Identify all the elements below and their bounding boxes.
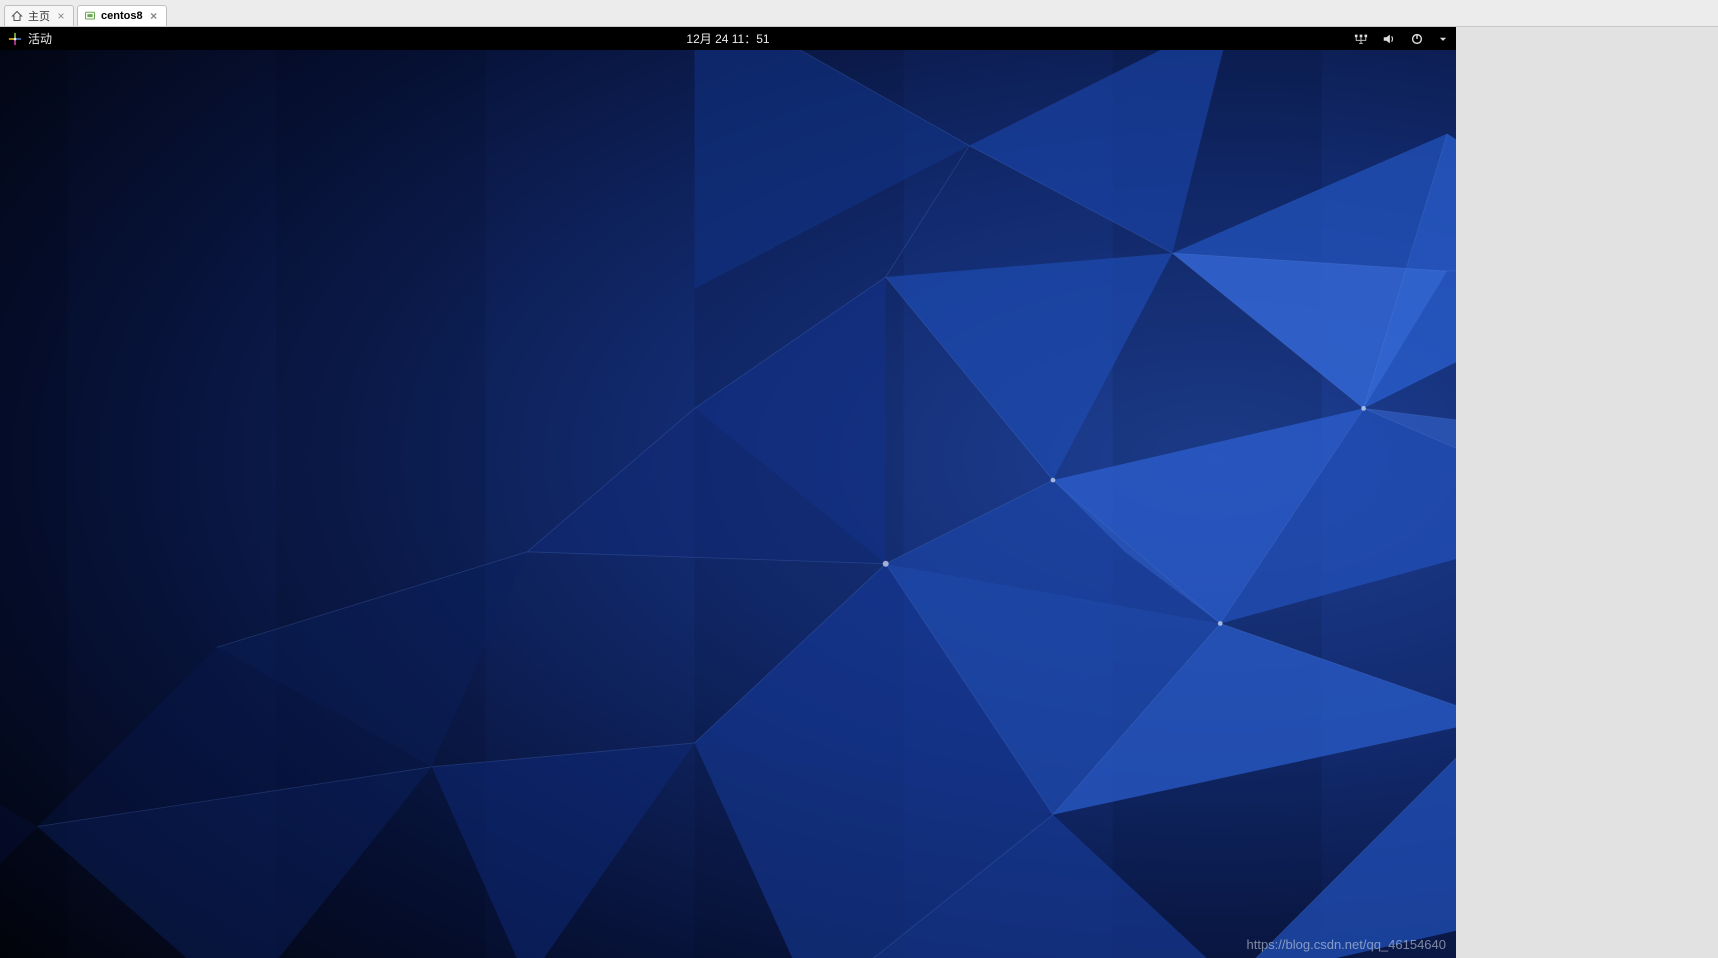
network-icon	[1354, 32, 1368, 46]
vmware-side-panel	[1456, 27, 1718, 958]
vmware-tab-centos8[interactable]: centos8 ×	[77, 5, 167, 26]
vm-icon	[84, 10, 96, 22]
guest-screen[interactable]: 活动 12月 24 11：51	[0, 27, 1456, 958]
activities-label: 活动	[28, 30, 52, 47]
watermark-text: https://blog.csdn.net/qq_46154640	[1247, 937, 1447, 952]
power-icon	[1410, 32, 1424, 46]
app-launcher-icon	[8, 32, 22, 46]
gnome-topbar: 活动 12月 24 11：51	[0, 27, 1456, 50]
vmware-tab-strip: 主页 × centos8 ×	[0, 0, 1718, 27]
home-icon	[11, 10, 23, 22]
desktop-wallpaper	[0, 50, 1456, 958]
vmware-tab-label: 主页	[28, 8, 50, 24]
gnome-system-tray[interactable]	[1354, 32, 1448, 46]
clock-text: 12月 24 11：51	[686, 32, 769, 46]
close-icon[interactable]: ×	[148, 10, 160, 22]
gnome-activities[interactable]: 活动	[8, 30, 52, 47]
volume-icon	[1382, 32, 1396, 46]
close-icon[interactable]: ×	[55, 10, 67, 22]
dropdown-icon	[1438, 34, 1448, 44]
vm-viewport: 活动 12月 24 11：51	[0, 27, 1718, 958]
vmware-tab-home[interactable]: 主页 ×	[4, 5, 74, 26]
gnome-clock[interactable]: 12月 24 11：51	[686, 30, 769, 47]
vmware-tab-label: centos8	[101, 10, 143, 22]
